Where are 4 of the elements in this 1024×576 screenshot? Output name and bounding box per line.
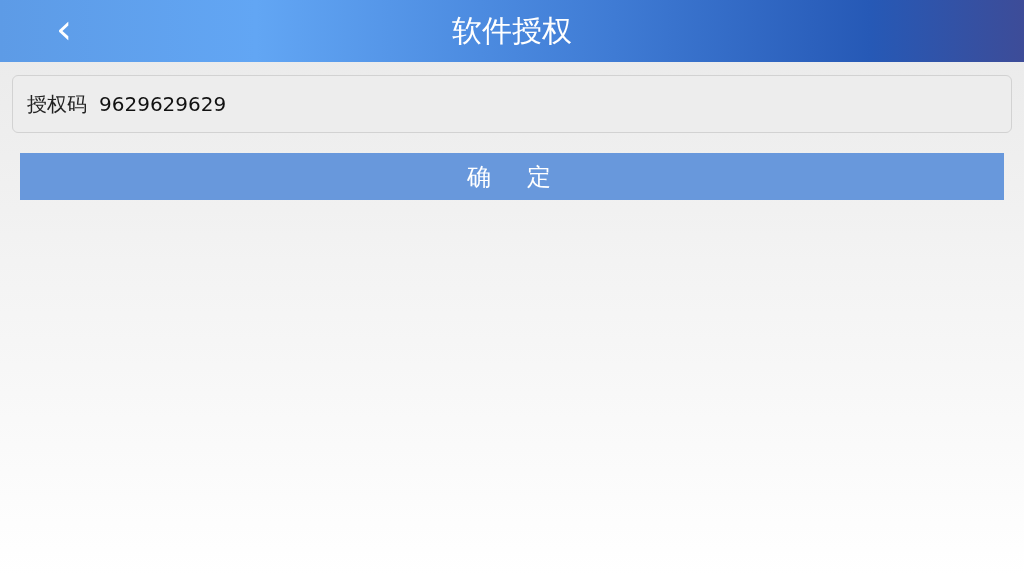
field-label: 授权码 [27,90,87,118]
page-title: 软件授权 [452,11,572,50]
auth-code-field[interactable]: 授权码 9629629629 [12,75,1012,133]
code-input[interactable]: 9629629629 [99,90,997,118]
